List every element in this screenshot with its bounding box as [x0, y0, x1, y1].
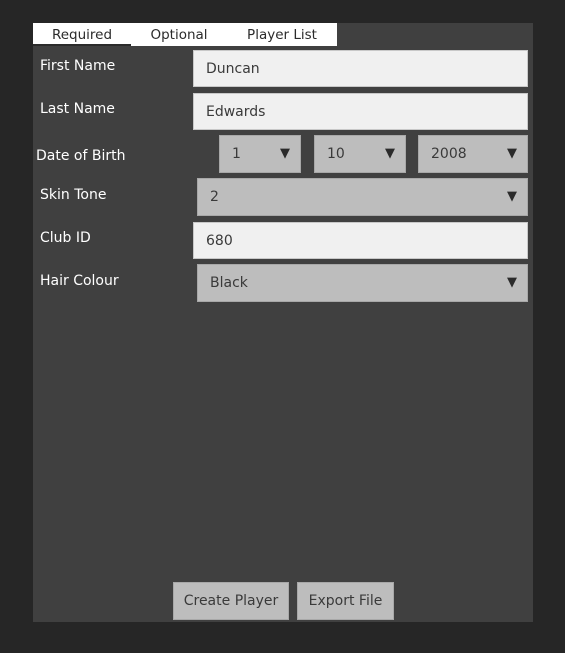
first-name-input[interactable] — [193, 50, 528, 87]
hair-colour-label: Hair Colour — [40, 273, 119, 289]
first-name-label: First Name — [40, 58, 116, 74]
hair-colour-select[interactable]: Black ▼ — [197, 264, 528, 302]
skin-tone-label: Skin Tone — [40, 187, 107, 203]
club-id-input[interactable] — [193, 222, 528, 259]
export-file-button[interactable]: Export File — [297, 582, 394, 620]
tab-required[interactable]: Required — [33, 23, 131, 46]
tab-optional[interactable]: Optional — [131, 23, 227, 46]
club-id-label: Club ID — [40, 230, 91, 246]
tab-bar: Required Optional Player List — [33, 23, 337, 46]
dob-month-value: 10 — [327, 146, 345, 162]
dob-year-select[interactable]: 2008 ▼ — [418, 135, 528, 173]
chevron-down-icon: ▼ — [507, 275, 517, 290]
skin-tone-value: 2 — [210, 189, 219, 205]
dob-month-select[interactable]: 10 ▼ — [314, 135, 406, 173]
dob-day-select[interactable]: 1 ▼ — [219, 135, 301, 173]
chevron-down-icon: ▼ — [385, 146, 395, 161]
dob-day-value: 1 — [232, 146, 241, 162]
skin-tone-select[interactable]: 2 ▼ — [197, 178, 528, 216]
create-player-button[interactable]: Create Player — [173, 582, 289, 620]
hair-colour-value: Black — [210, 275, 248, 291]
tab-player-list[interactable]: Player List — [227, 23, 337, 46]
last-name-input[interactable] — [193, 93, 528, 130]
date-of-birth-label: Date of Birth — [36, 148, 126, 164]
chevron-down-icon: ▼ — [280, 146, 290, 161]
chevron-down-icon: ▼ — [507, 146, 517, 161]
dob-year-value: 2008 — [431, 146, 467, 162]
last-name-label: Last Name — [40, 101, 115, 117]
chevron-down-icon: ▼ — [507, 189, 517, 204]
form-panel: Required Optional Player List First Name… — [33, 23, 533, 622]
